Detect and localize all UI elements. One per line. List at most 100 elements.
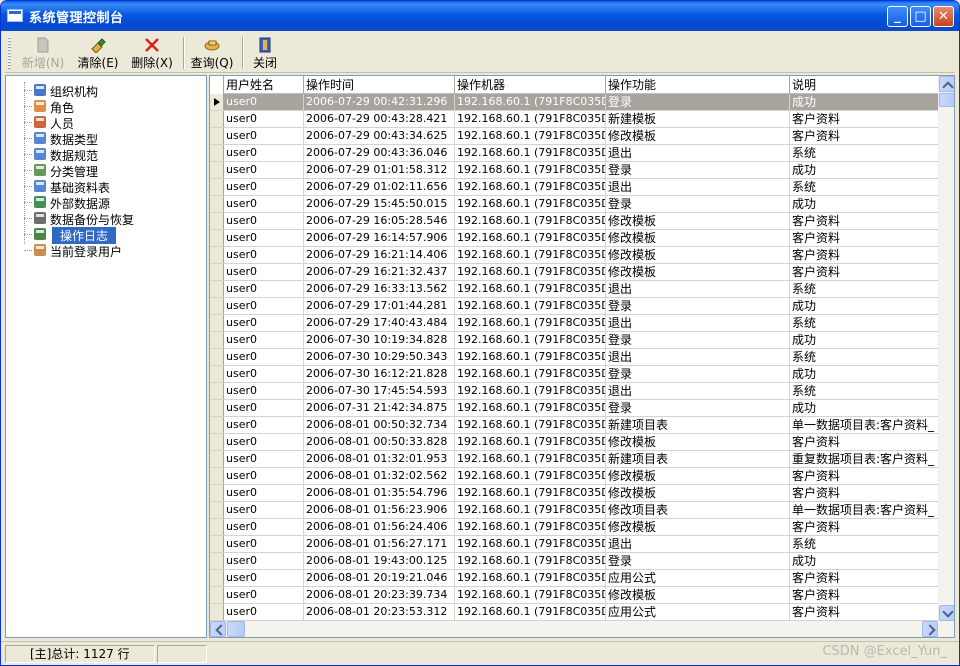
- table-row[interactable]: user0 2006-08-01 01:56:23.906 192.168.60.1…: [210, 502, 940, 519]
- table-cell[interactable]: 192.168.60.1 (791F8C035DC7: [455, 451, 606, 467]
- row-indicator[interactable]: [210, 434, 224, 450]
- table-cell[interactable]: 192.168.60.1 (791F8C035DC7: [455, 570, 606, 586]
- query-button[interactable]: 查询(Q): [187, 35, 237, 71]
- table-cell[interactable]: 客户资料: [790, 485, 940, 501]
- table-cell[interactable]: 成功: [790, 553, 940, 569]
- table-cell[interactable]: user0: [224, 230, 304, 246]
- row-indicator[interactable]: [210, 400, 224, 416]
- table-cell[interactable]: user0: [224, 519, 304, 535]
- table-cell[interactable]: user0: [224, 400, 304, 416]
- table-cell[interactable]: 192.168.60.1 (791F8C035DC7: [455, 553, 606, 569]
- table-cell[interactable]: 新建项目表: [606, 417, 790, 433]
- table-cell[interactable]: 修改模板: [606, 213, 790, 229]
- table-cell[interactable]: 2006-07-29 00:43:34.625: [304, 128, 455, 144]
- table-cell[interactable]: 客户资料: [790, 247, 940, 263]
- table-row[interactable]: user0 2006-07-29 01:02:11.656 192.168.60.1…: [210, 179, 940, 196]
- table-cell[interactable]: 客户资料: [790, 570, 940, 586]
- table-cell[interactable]: 2006-07-29 16:33:13.562: [304, 281, 455, 297]
- header-user-name[interactable]: 用户姓名: [224, 76, 304, 94]
- table-cell[interactable]: 系统: [790, 383, 940, 399]
- row-indicator[interactable]: [210, 247, 224, 263]
- table-row[interactable]: user0 2006-08-01 01:35:54.796 192.168.60.1…: [210, 485, 940, 502]
- table-row[interactable]: user0 2006-07-30 10:29:50.343 192.168.60.1…: [210, 349, 940, 366]
- table-row[interactable]: user0 2006-07-29 00:43:28.421 192.168.60.1…: [210, 111, 940, 128]
- table-cell[interactable]: 成功: [790, 366, 940, 382]
- table-cell[interactable]: 客户资料: [790, 230, 940, 246]
- table-cell[interactable]: 修改模板: [606, 587, 790, 603]
- table-cell[interactable]: user0: [224, 94, 304, 110]
- table-cell[interactable]: user0: [224, 570, 304, 586]
- table-cell[interactable]: 2006-07-30 10:29:50.343: [304, 349, 455, 365]
- table-cell[interactable]: 2006-08-01 00:50:32.734: [304, 417, 455, 433]
- table-cell[interactable]: 2006-08-01 01:35:54.796: [304, 485, 455, 501]
- table-cell[interactable]: user0: [224, 485, 304, 501]
- table-cell[interactable]: 成功: [790, 332, 940, 348]
- row-indicator[interactable]: [210, 366, 224, 382]
- table-cell[interactable]: 2006-07-29 15:45:50.015: [304, 196, 455, 212]
- header-operation-machine[interactable]: 操作机器: [455, 76, 606, 94]
- table-row[interactable]: user0 2006-07-29 00:42:31.296 192.168.60.1…: [210, 94, 940, 111]
- table-cell[interactable]: user0: [224, 434, 304, 450]
- row-indicator[interactable]: [210, 519, 224, 535]
- table-cell[interactable]: 修改模板: [606, 434, 790, 450]
- table-cell[interactable]: 2006-07-29 17:01:44.281: [304, 298, 455, 314]
- row-indicator[interactable]: [210, 451, 224, 467]
- table-cell[interactable]: user0: [224, 162, 304, 178]
- table-cell[interactable]: 2006-07-29 16:21:32.437: [304, 264, 455, 280]
- table-cell[interactable]: 成功: [790, 196, 940, 212]
- table-cell[interactable]: 客户资料: [790, 264, 940, 280]
- table-cell[interactable]: 2006-07-29 17:40:43.484: [304, 315, 455, 331]
- new-button[interactable]: 新增(N): [19, 35, 67, 71]
- table-row[interactable]: user0 2006-08-01 19:43:00.125 192.168.60.1…: [210, 553, 940, 570]
- table-cell[interactable]: 192.168.60.1 (791F8C035DC7: [455, 332, 606, 348]
- row-indicator[interactable]: [210, 604, 224, 620]
- table-cell[interactable]: 192.168.60.1 (791F8C035DC7: [455, 145, 606, 161]
- table-cell[interactable]: user0: [224, 128, 304, 144]
- table-cell[interactable]: 2006-08-01 01:32:02.562: [304, 468, 455, 484]
- log-grid[interactable]: 用户姓名 操作时间 操作机器 操作功能 说明 user0 2006-07-29 0…: [209, 75, 955, 638]
- table-cell[interactable]: 2006-07-29 00:42:31.296: [304, 94, 455, 110]
- table-cell[interactable]: 192.168.60.1 (791F8C035DC7: [455, 230, 606, 246]
- horizontal-scroll-thumb[interactable]: [227, 621, 245, 637]
- close-window-button[interactable]: ✕: [933, 6, 954, 27]
- row-indicator[interactable]: [210, 162, 224, 178]
- table-cell[interactable]: 修改模板: [606, 247, 790, 263]
- table-row[interactable]: user0 2006-07-29 16:14:57.906 192.168.60.1…: [210, 230, 940, 247]
- table-cell[interactable]: 192.168.60.1 (791F8C035DC7: [455, 519, 606, 535]
- table-cell[interactable]: 192.168.60.1 (791F8C035DC7: [455, 366, 606, 382]
- row-indicator[interactable]: [210, 94, 224, 110]
- table-row[interactable]: user0 2006-07-29 17:01:44.281 192.168.60.1…: [210, 298, 940, 315]
- table-cell[interactable]: 单一数据项目表:客户资料_: [790, 502, 940, 518]
- vertical-scroll-thumb[interactable]: [939, 93, 954, 107]
- row-indicator[interactable]: [210, 281, 224, 297]
- delete-button[interactable]: 删除(X): [127, 35, 177, 71]
- table-cell[interactable]: 192.168.60.1 (791F8C035DC7: [455, 94, 606, 110]
- row-indicator[interactable]: [210, 349, 224, 365]
- table-cell[interactable]: 退出: [606, 281, 790, 297]
- table-cell[interactable]: 2006-08-01 20:23:39.734: [304, 587, 455, 603]
- table-row[interactable]: user0 2006-08-01 01:56:27.171 192.168.60.1…: [210, 536, 940, 553]
- table-cell[interactable]: 192.168.60.1 (791F8C035DC7: [455, 111, 606, 127]
- table-cell[interactable]: 退出: [606, 145, 790, 161]
- table-cell[interactable]: 192.168.60.1 (791F8C035DC7: [455, 281, 606, 297]
- row-indicator[interactable]: [210, 536, 224, 552]
- table-cell[interactable]: 客户资料: [790, 111, 940, 127]
- row-indicator[interactable]: [210, 213, 224, 229]
- table-cell[interactable]: 客户资料: [790, 434, 940, 450]
- table-cell[interactable]: 192.168.60.1 (791F8C035DC7: [455, 264, 606, 280]
- table-row[interactable]: user0 2006-08-01 00:50:33.828 192.168.60.1…: [210, 434, 940, 451]
- table-cell[interactable]: 系统: [790, 536, 940, 552]
- table-cell[interactable]: 2006-07-31 21:42:34.875: [304, 400, 455, 416]
- table-row[interactable]: user0 2006-08-01 01:32:01.953 192.168.60.1…: [210, 451, 940, 468]
- table-cell[interactable]: 192.168.60.1 (791F8C035DC7: [455, 536, 606, 552]
- table-row[interactable]: user0 2006-08-01 01:32:02.562 192.168.60.1…: [210, 468, 940, 485]
- header-operation-function[interactable]: 操作功能: [606, 76, 790, 94]
- table-cell[interactable]: 成功: [790, 162, 940, 178]
- table-cell[interactable]: 192.168.60.1 (791F8C035DC7: [455, 162, 606, 178]
- table-row[interactable]: user0 2006-08-01 20:23:53.312 192.168.60.1…: [210, 604, 940, 621]
- table-row[interactable]: user0 2006-07-29 17:40:43.484 192.168.60.1…: [210, 315, 940, 332]
- table-cell[interactable]: 成功: [790, 298, 940, 314]
- table-cell[interactable]: 192.168.60.1 (791F8C035DC7: [455, 179, 606, 195]
- table-row[interactable]: user0 2006-07-29 16:05:28.546 192.168.60.1…: [210, 213, 940, 230]
- row-indicator[interactable]: [210, 128, 224, 144]
